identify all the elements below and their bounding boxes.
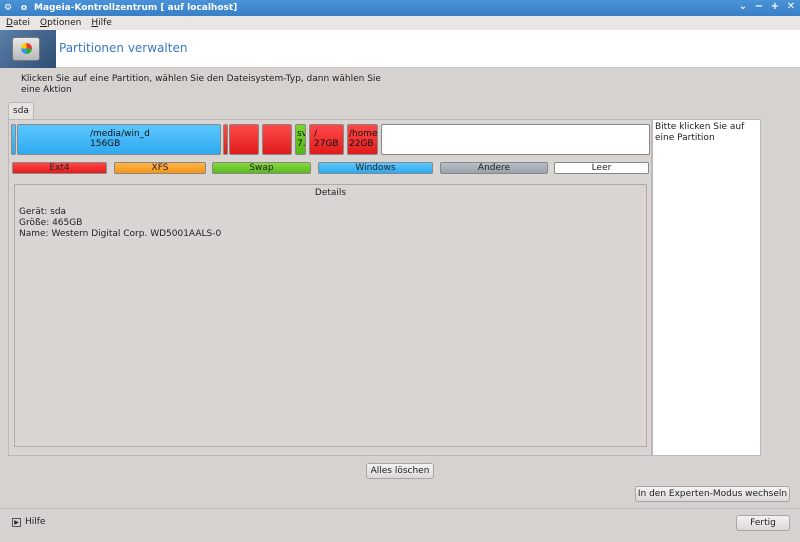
partition-segment[interactable]: sv 7. xyxy=(295,124,306,155)
partition-label: /media/win_d xyxy=(90,129,150,139)
details-device: Gerät: sda xyxy=(19,207,67,217)
expert-mode-button[interactable]: In den Experten-Modus wechseln xyxy=(635,486,790,502)
legend-other[interactable]: Andere xyxy=(440,162,548,174)
side-hint-panel: Bitte klicken Sie auf eine Partition xyxy=(652,119,761,456)
help-toggle[interactable]: ▶ Hilfe xyxy=(12,517,45,527)
help-label: Hilfe xyxy=(25,517,46,527)
menu-file[interactable]: Datei xyxy=(6,18,30,28)
partition-segment[interactable]: /media/win_d 156GB xyxy=(17,124,221,155)
partition-segment[interactable] xyxy=(381,124,650,155)
page-title: Partitionen verwalten xyxy=(59,41,188,55)
tab-sda[interactable]: sda xyxy=(8,102,34,119)
disk-partition-icon xyxy=(0,30,56,68)
menu-options[interactable]: Optionen xyxy=(40,18,81,28)
legend-ext4[interactable]: Ext4 xyxy=(12,162,107,174)
partition-size: 7. xyxy=(297,139,306,149)
partition-segment[interactable]: /home 22GB xyxy=(347,124,378,155)
partition-segment[interactable] xyxy=(11,124,16,155)
legend-windows[interactable]: Windows xyxy=(318,162,433,174)
details-box: Details Gerät: sda Größe: 465GB Name: We… xyxy=(14,184,647,447)
window-controls: ⌄ − + ✕ xyxy=(738,1,796,12)
partition-segment[interactable] xyxy=(262,124,292,155)
legend-empty[interactable]: Leer xyxy=(554,162,649,174)
instruction-text: Klicken Sie auf eine Partition, wählen S… xyxy=(21,74,381,95)
window-title: Mageia-Kontrollzentrum [ auf localhost] xyxy=(34,3,238,13)
partition-label: / xyxy=(314,129,318,139)
partition-segment[interactable] xyxy=(223,124,228,155)
shade-icon[interactable]: ⌄ xyxy=(738,1,748,12)
partition-size: 156GB xyxy=(90,139,121,149)
window-titlebar: ⚙ o Mageia-Kontrollzentrum [ auf localho… xyxy=(0,0,800,16)
close-icon[interactable]: ✕ xyxy=(786,1,796,12)
details-name: Name: Western Digital Corp. WD5001AALS-0 xyxy=(19,229,222,239)
partition-size: 27GB xyxy=(314,139,339,149)
divider xyxy=(0,508,800,509)
legend-xfs[interactable]: XFS xyxy=(114,162,206,174)
window-menu-icon[interactable]: ⚙ xyxy=(0,3,16,13)
partition-segment[interactable] xyxy=(229,124,259,155)
partition-size: 22GB xyxy=(349,139,374,149)
expand-triangle-icon: ▶ xyxy=(12,517,21,527)
pin-icon[interactable]: o xyxy=(16,3,32,13)
details-title: Details xyxy=(314,188,347,198)
done-button[interactable]: Fertig xyxy=(736,515,790,531)
side-hint-text: Bitte klicken Sie auf eine Partition xyxy=(655,122,745,143)
partition-label: /home xyxy=(349,129,378,139)
maximize-icon[interactable]: + xyxy=(770,1,780,12)
delete-all-button[interactable]: Alles löschen xyxy=(366,463,434,479)
menubar: Datei Optionen Hilfe xyxy=(0,16,800,30)
legend-swap[interactable]: Swap xyxy=(212,162,311,174)
partition-label: sv xyxy=(297,129,305,139)
menu-help[interactable]: Hilfe xyxy=(91,18,112,28)
page-header: Partitionen verwalten xyxy=(0,30,800,68)
partition-segment[interactable]: / 27GB xyxy=(309,124,344,155)
minimize-icon[interactable]: − xyxy=(754,1,764,12)
details-size: Größe: 465GB xyxy=(19,218,83,228)
